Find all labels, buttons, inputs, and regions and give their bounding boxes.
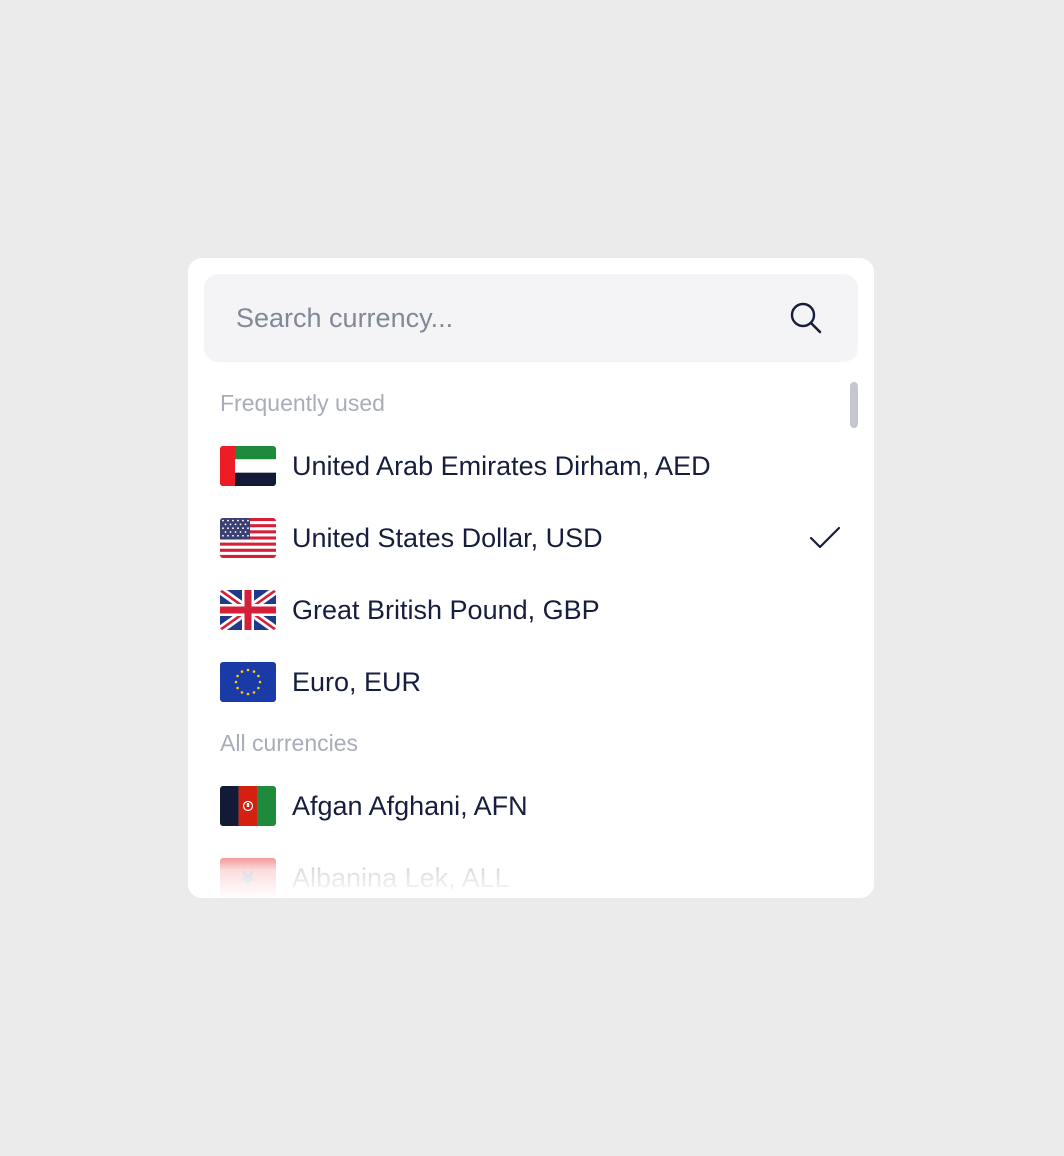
afghanistan-flag-icon xyxy=(220,786,276,826)
currency-row-all[interactable]: Albanina Lek, ALL xyxy=(188,842,874,898)
currency-label: Afgan Afghani, AFN xyxy=(292,791,528,821)
search-icon[interactable] xyxy=(788,300,824,336)
currency-row-aed[interactable]: United Arab Emirates Dirham, AED xyxy=(188,430,874,502)
currency-row-afn[interactable]: Afgan Afghani, AFN xyxy=(188,770,874,842)
section-title-frequently-used: Frequently used xyxy=(220,390,385,416)
uae-flag-icon xyxy=(220,446,276,486)
currency-label: United Arab Emirates Dirham, AED xyxy=(292,451,711,481)
uk-flag-icon xyxy=(220,590,276,630)
search-input[interactable] xyxy=(204,274,764,362)
search-box xyxy=(204,274,858,362)
currency-row-usd[interactable]: United States Dollar, USD xyxy=(188,502,874,574)
usa-flag-icon xyxy=(220,518,276,558)
currency-row-eur[interactable]: Euro, EUR xyxy=(188,646,874,718)
eu-flag-icon xyxy=(220,662,276,702)
currency-picker-panel: Frequently used United Arab Emirates Dir… xyxy=(188,258,874,898)
currency-label: United States Dollar, USD xyxy=(292,523,603,553)
albania-flag-icon xyxy=(220,858,276,898)
currency-label: Albanina Lek, ALL xyxy=(292,863,510,893)
currency-row-gbp[interactable]: Great British Pound, GBP xyxy=(188,574,874,646)
section-title-all-currencies: All currencies xyxy=(220,730,359,756)
scrollbar-thumb[interactable] xyxy=(850,382,858,428)
checkmark-icon xyxy=(809,526,841,549)
currency-label: Great British Pound, GBP xyxy=(292,595,600,625)
currency-label: Euro, EUR xyxy=(292,667,422,697)
